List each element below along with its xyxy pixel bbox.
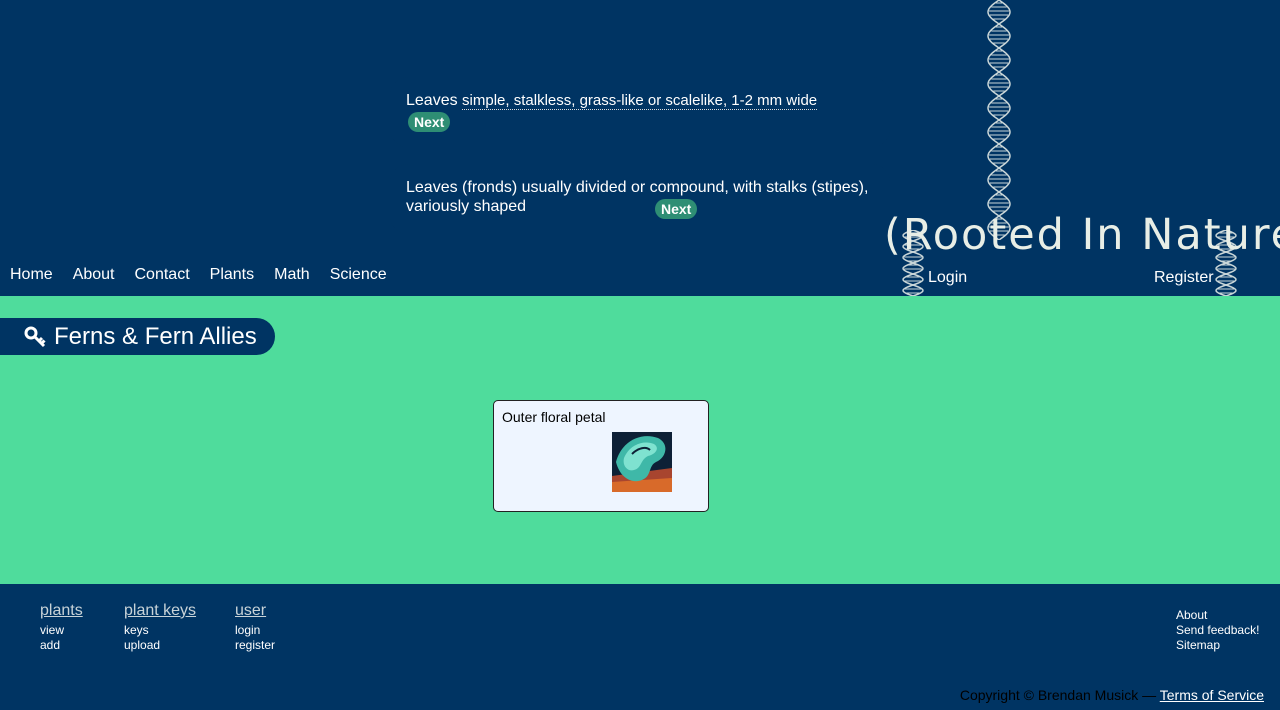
nav-contact[interactable]: Contact (135, 266, 190, 284)
footer-keys-upload[interactable]: upload (124, 638, 196, 653)
footer-right-links: About Send feedback! Sitemap (1176, 608, 1259, 653)
tooltip-title: Outer floral petal (502, 409, 606, 425)
floral-petal-image (612, 432, 672, 492)
footer-plants-view[interactable]: view (40, 623, 83, 638)
nav-science[interactable]: Science (330, 266, 387, 284)
footer-keys-keys[interactable]: keys (124, 623, 196, 638)
copyright: Copyright © Brendan Musick — Terms of Se… (960, 687, 1264, 703)
copyright-text: Copyright © Brendan Musick — (959, 687, 1160, 703)
key-choice-text: Leaves simple, stalkless, grass-like or … (406, 91, 874, 110)
nav-plants[interactable]: Plants (210, 266, 254, 284)
footer-user-heading[interactable]: user (235, 602, 275, 620)
key-choice-card: Leaves (fronds) usually divided or compo… (390, 164, 890, 234)
footer-feedback[interactable]: Send feedback! (1176, 623, 1259, 638)
key-icon (24, 326, 46, 348)
footer-keys-heading[interactable]: plant keys (124, 602, 196, 620)
next-button[interactable]: Next (408, 112, 451, 132)
key-choice-text: Leaves (fronds) usually divided or compo… (406, 179, 869, 215)
section-title: Ferns & Fern Allies (0, 318, 275, 355)
footer-plants-column: plants view add (40, 602, 83, 653)
site-title[interactable]: (Rooted In Nature)2 (884, 210, 1280, 260)
glossary-term[interactable]: simple, stalkless, grass-like or scaleli… (462, 92, 818, 110)
footer-plants-add[interactable]: add (40, 638, 83, 653)
nav-home[interactable]: Home (10, 266, 53, 284)
footer-user-login[interactable]: login (235, 623, 275, 638)
nav-math[interactable]: Math (274, 266, 310, 284)
footer-plants-heading[interactable]: plants (40, 602, 83, 620)
nav-about[interactable]: About (73, 266, 115, 284)
terms-of-service-link[interactable]: Terms of Service (1160, 687, 1264, 703)
footer-about[interactable]: About (1176, 608, 1259, 623)
footer-sitemap[interactable]: Sitemap (1176, 638, 1259, 653)
dna-decoration-icon (987, 0, 1011, 240)
site-title-text: (Rooted In Nature) (884, 210, 1280, 260)
login-link[interactable]: Login (928, 269, 967, 287)
section-title-text: Ferns & Fern Allies (54, 322, 257, 350)
key-choice-card: Leaves simple, stalkless, grass-like or … (390, 77, 890, 147)
register-link[interactable]: Register (1154, 269, 1214, 287)
glossary-tooltip: Outer floral petal (493, 400, 709, 512)
key-choice-lead: Leaves (406, 92, 463, 109)
next-button[interactable]: Next (655, 199, 698, 219)
site-footer: plants view add plant keys keys upload u… (0, 584, 1280, 710)
main-nav: Home About Contact Plants Math Science (10, 266, 407, 284)
site-header: (Rooted In Nature)2 Home About Contact P… (0, 0, 1280, 296)
footer-user-register[interactable]: register (235, 638, 275, 653)
footer-keys-column: plant keys keys upload (124, 602, 196, 653)
footer-user-column: user login register (235, 602, 275, 653)
